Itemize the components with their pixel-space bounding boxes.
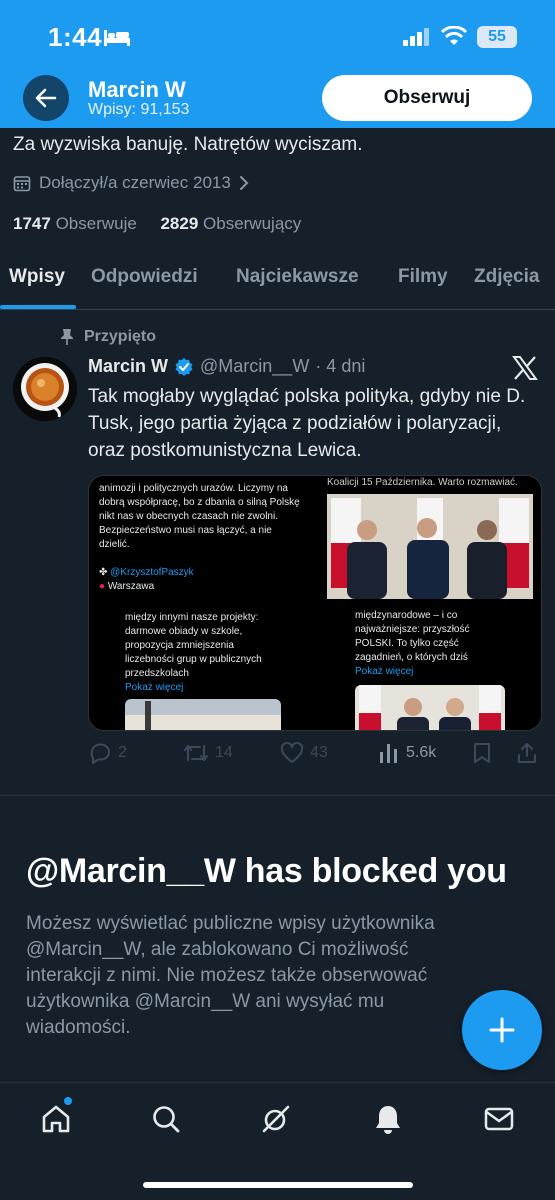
status-time: 1:44 — [48, 22, 103, 52]
joined-label: Dołączył/a czerwiec 2013 — [39, 173, 231, 192]
media-image-4[interactable]: międzynarodowe – i co najważniejsze: prz… — [317, 605, 541, 730]
reply-button[interactable]: 2 — [88, 742, 127, 764]
share-button[interactable] — [516, 742, 538, 764]
top-header: 1:44 55 Marcin W Wpisy: 91,153 Obserwuj — [0, 0, 555, 128]
tweet-actions: 2 14 43 5.6k — [88, 742, 542, 770]
views-button[interactable]: 5.6k — [378, 742, 436, 764]
photo-politicians-1 — [327, 494, 533, 599]
share-icon — [518, 743, 536, 763]
reply-icon — [90, 743, 110, 764]
follow-counts: 1747 Obserwuje 2829 Obserwujący — [13, 214, 301, 234]
status-bar: 1:44 55 — [0, 0, 555, 72]
blocked-description: Możesz wyświetlać publiczne wpisy użytko… — [26, 913, 435, 1038]
media-image-1[interactable]: animozji i politycznych urazów. Liczymy … — [89, 476, 315, 603]
sleep-focus-icon — [104, 28, 130, 51]
nav-messages[interactable] — [481, 1101, 517, 1137]
home-icon — [42, 1105, 70, 1133]
profile-bio: Za wyzwiska banuję. Natrętów wyciszam. — [13, 134, 363, 155]
nav-grok[interactable] — [258, 1101, 294, 1137]
avatar[interactable] — [13, 357, 77, 421]
header-profile-name: Marcin W — [88, 77, 186, 102]
like-icon — [280, 742, 304, 763]
search-icon — [153, 1106, 180, 1133]
joined-date[interactable]: Dołączył/a czerwiec 2013 — [13, 173, 249, 193]
nav-notifications[interactable] — [370, 1101, 406, 1137]
tab-najciekawsze[interactable]: Najciekawsze — [236, 266, 359, 288]
compose-button[interactable] — [462, 990, 542, 1070]
tab-filmy[interactable]: Filmy — [398, 266, 448, 288]
media-image-3[interactable]: między innymi nasze projekty: darmowe ob… — [89, 605, 315, 730]
calendar-icon — [13, 176, 31, 192]
nav-search[interactable] — [148, 1101, 184, 1137]
back-arrow-icon — [35, 88, 57, 108]
home-notification-dot — [64, 1097, 72, 1105]
views-icon — [380, 744, 397, 763]
header-posts-count: Wpisy: 91,153 — [88, 101, 190, 118]
x-logo-icon — [512, 355, 538, 386]
photo-palace — [125, 699, 281, 730]
follow-button[interactable]: Obserwuj — [322, 75, 532, 121]
verified-icon — [175, 357, 193, 376]
media-image-2[interactable]: Koalicji 15 Października. Warto rozmawia… — [317, 476, 541, 603]
tab-zdjecia[interactable]: Zdjęcia — [474, 266, 539, 288]
blocked-title: @Marcin__W has blocked you — [26, 852, 507, 890]
tweet-text: Tak mogłaby wyglądać polska polityka, gd… — [88, 386, 526, 461]
pinned-label: Przypięto — [60, 328, 156, 346]
bookmark-icon — [474, 743, 490, 763]
tweet-media-grid[interactable]: animozji i politycznych urazów. Liczymy … — [88, 475, 542, 731]
following-link[interactable]: 1747 Obserwuje — [13, 214, 137, 233]
grok-icon — [262, 1105, 290, 1133]
repost-button[interactable]: 14 — [183, 742, 233, 764]
tab-odpowiedzi[interactable]: Odpowiedzi — [91, 266, 198, 288]
section-divider — [0, 795, 555, 796]
chevron-right-icon — [239, 176, 249, 190]
nav-home[interactable] — [38, 1097, 74, 1137]
tab-wpisy[interactable]: Wpisy — [9, 266, 65, 288]
battery-indicator: 55 — [477, 26, 517, 48]
repost-icon — [184, 745, 208, 761]
tweet-header: Marcin W @Marcin__W · 4 dni — [88, 356, 365, 377]
cellular-signal-icon — [403, 28, 431, 51]
tweet-author-name[interactable]: Marcin W — [88, 356, 168, 377]
tweet-time: · 4 dni — [315, 356, 366, 376]
notifications-icon — [376, 1106, 400, 1134]
wifi-icon — [440, 25, 468, 51]
tweet-author-handle[interactable]: @Marcin__W — [200, 356, 309, 377]
back-button[interactable] — [23, 75, 69, 121]
pin-icon — [61, 329, 73, 345]
active-tab-indicator — [0, 305, 76, 309]
followers-link[interactable]: 2829 Obserwujący — [160, 214, 301, 233]
compose-icon — [489, 1017, 515, 1043]
profile-tabs: Wpisy Odpowiedzi Najciekawsze Filmy Zdję… — [0, 252, 555, 310]
like-button[interactable]: 43 — [280, 742, 328, 764]
bookmark-button[interactable] — [472, 742, 492, 764]
photo-politicians-2 — [355, 685, 505, 730]
messages-icon — [484, 1107, 514, 1131]
home-indicator — [143, 1182, 413, 1188]
